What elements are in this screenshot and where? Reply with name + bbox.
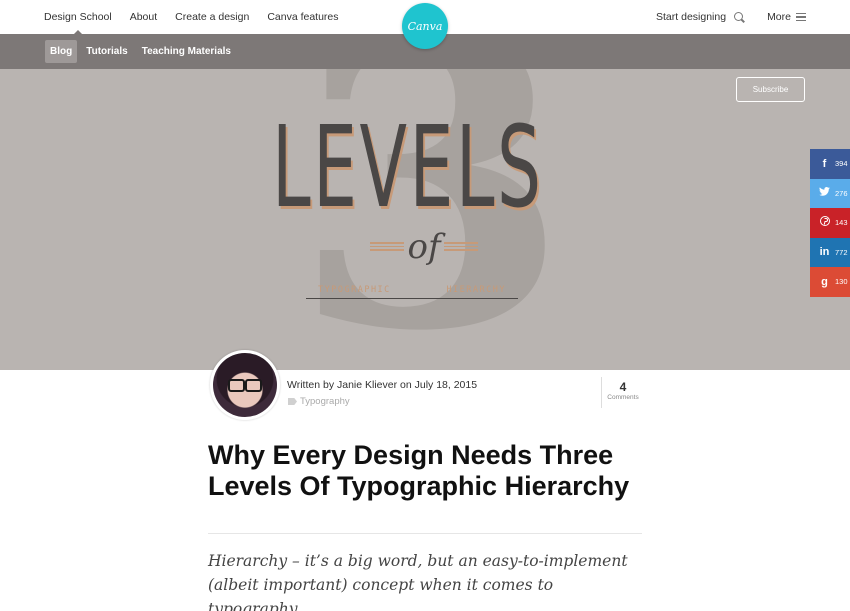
article-title: Why Every Design Needs Three Levels Of T… bbox=[208, 440, 630, 501]
pinterest-icon bbox=[818, 216, 831, 229]
nav-about[interactable]: About bbox=[130, 11, 157, 23]
subscribe-button[interactable]: Subscribe bbox=[736, 77, 805, 102]
canva-logo[interactable]: Canva bbox=[402, 3, 448, 49]
logo-text: Canva bbox=[407, 19, 443, 33]
more-link[interactable]: More bbox=[767, 11, 791, 23]
pinterest-count: 143 bbox=[835, 218, 848, 228]
linkedin-count: 772 bbox=[835, 247, 848, 257]
hero-word: LEVELS bbox=[272, 103, 544, 233]
linkedin-icon: in bbox=[819, 246, 830, 259]
hero-image: 3 LEVELS of TYPOGRAPHIC HIERARCHY Subscr… bbox=[0, 69, 850, 370]
title-divider bbox=[208, 533, 642, 534]
nav-design-school[interactable]: Design School bbox=[44, 11, 112, 35]
author-photo bbox=[213, 353, 277, 417]
tag-icon bbox=[288, 398, 297, 405]
glasses-shape bbox=[228, 379, 262, 392]
comments-count-link[interactable]: 4 Comments bbox=[601, 377, 644, 408]
comments-number: 4 bbox=[619, 380, 627, 394]
subnav-blog[interactable]: Blog bbox=[45, 40, 78, 63]
comments-label: Comments bbox=[607, 394, 639, 401]
post-tag-label: Typography bbox=[300, 396, 350, 407]
subnav-tutorials[interactable]: Tutorials bbox=[81, 40, 132, 63]
start-designing-link[interactable]: Start designing bbox=[656, 11, 726, 23]
twitter-icon bbox=[818, 187, 831, 199]
author-avatar[interactable] bbox=[210, 350, 280, 420]
menu-icon[interactable] bbox=[796, 13, 806, 21]
left-wing-ornament bbox=[370, 242, 404, 251]
primary-nav: Design School About Create a design Canv… bbox=[44, 0, 339, 35]
pinterest-share-button[interactable]: 143 bbox=[810, 208, 850, 238]
right-wing-ornament bbox=[444, 242, 478, 251]
post-tag[interactable]: Typography bbox=[288, 396, 350, 407]
facebook-count: 394 bbox=[835, 159, 848, 169]
social-share-bar: f 394 276 143 in 772 g 130 bbox=[810, 149, 850, 297]
secondary-nav: Start designing More bbox=[656, 0, 806, 34]
facebook-share-button[interactable]: f 394 bbox=[810, 149, 850, 179]
googleplus-count: 130 bbox=[835, 277, 848, 287]
nav-create-design[interactable]: Create a design bbox=[175, 11, 249, 23]
linkedin-share-button[interactable]: in 772 bbox=[810, 237, 850, 267]
googleplus-share-button[interactable]: g 130 bbox=[810, 267, 850, 297]
twitter-count: 276 bbox=[835, 188, 848, 198]
googleplus-icon: g bbox=[821, 275, 828, 288]
nav-canva-features[interactable]: Canva features bbox=[267, 11, 338, 23]
subnav-teaching-materials[interactable]: Teaching Materials bbox=[137, 40, 236, 63]
article-lead: Hierarchy – it’s a big word, but an easy… bbox=[208, 552, 628, 611]
twitter-share-button[interactable]: 276 bbox=[810, 178, 850, 208]
hero-subtitle-right: HIERARCHY bbox=[446, 285, 506, 295]
facebook-icon: f bbox=[822, 157, 827, 170]
hero-subtitle: TYPOGRAPHIC HIERARCHY bbox=[306, 285, 518, 299]
post-byline: Written by Janie Kliever on July 18, 201… bbox=[287, 379, 478, 391]
hero-of: of bbox=[407, 227, 441, 267]
hero-of-ornament: of bbox=[370, 227, 478, 269]
search-icon[interactable] bbox=[734, 11, 745, 23]
hero-subtitle-left: TYPOGRAPHIC bbox=[318, 285, 391, 295]
